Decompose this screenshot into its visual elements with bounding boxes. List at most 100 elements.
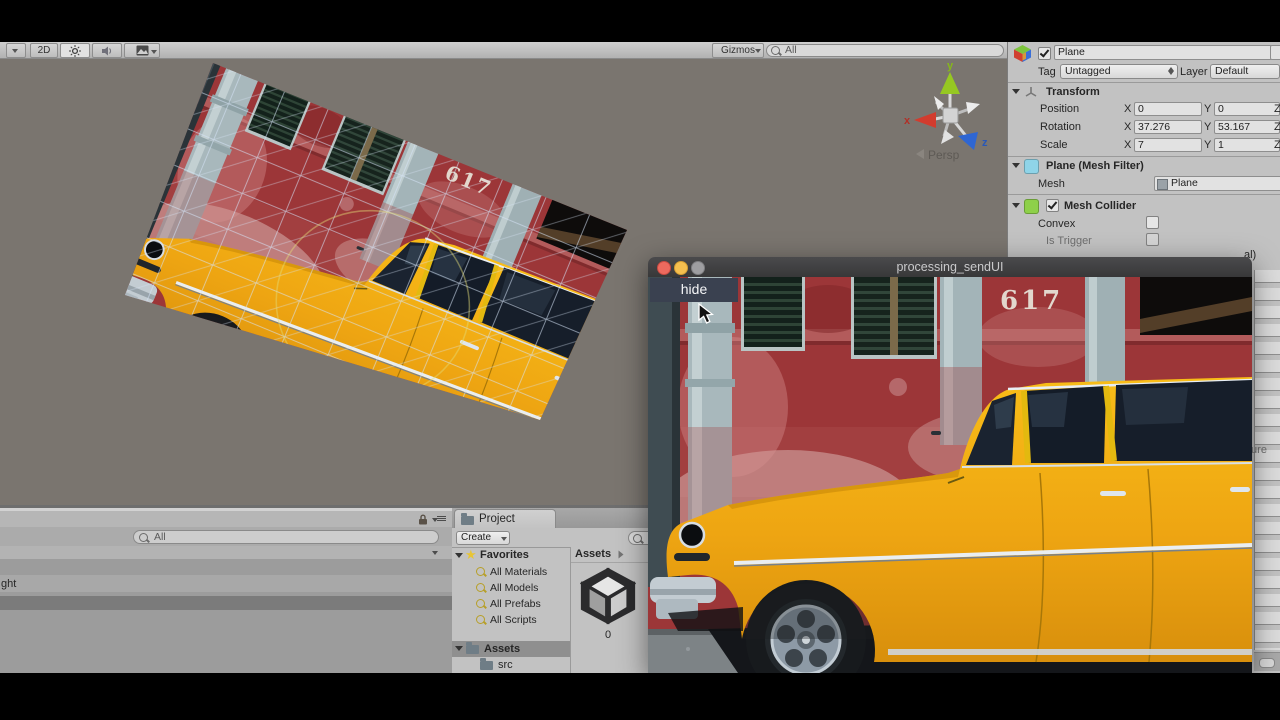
console-subheader: [0, 546, 452, 560]
hide-button[interactable]: hide: [650, 278, 738, 302]
inspector-scrollbar-track[interactable]: [1254, 652, 1280, 671]
perspective-toggle[interactable]: Persp: [916, 148, 986, 164]
project-panel: Project Create ★ Favorites All Materials: [452, 508, 660, 673]
audio-toggle-button[interactable]: [92, 43, 122, 58]
mesh-filter-icon: [1024, 159, 1039, 174]
transform-icon: [1025, 87, 1037, 97]
favorites-foldout[interactable]: [455, 553, 463, 558]
console-search-row: All: [0, 527, 452, 546]
position-y-field[interactable]: 0: [1214, 102, 1280, 116]
object-name-field[interactable]: Plane: [1054, 45, 1272, 60]
panel-menu-icon[interactable]: [432, 515, 446, 524]
convex-checkbox[interactable]: [1146, 216, 1159, 229]
console-row-light[interactable]: ght: [0, 575, 452, 592]
minimize-button[interactable]: [674, 261, 688, 275]
assets-label: Assets: [484, 643, 521, 655]
sketch-canvas[interactable]: [648, 277, 1252, 673]
scene-orientation-gizmo[interactable]: y x z: [898, 60, 1002, 152]
console-search-input[interactable]: All: [133, 530, 439, 544]
asset-item[interactable]: 0: [577, 565, 643, 665]
position-x-field[interactable]: 0: [1134, 102, 1202, 116]
panel-menu-icon[interactable]: [432, 548, 446, 557]
sun-icon: [69, 45, 81, 57]
lock-icon[interactable]: [418, 514, 428, 525]
tree-item-label: All Materials: [490, 566, 548, 578]
shaded-dropdown-partial[interactable]: [6, 43, 26, 58]
tree-item-all-models[interactable]: All Models: [452, 580, 570, 596]
x-axis-label: X: [1124, 103, 1132, 115]
tree-item-all-materials[interactable]: All Materials: [452, 564, 570, 580]
tab-project-label: Project: [479, 513, 515, 525]
is-trigger-checkbox[interactable]: [1146, 233, 1159, 246]
x-axis-label: X: [1124, 121, 1132, 133]
project-toolbar: Create: [452, 528, 660, 548]
effects-toggle-button[interactable]: [124, 43, 160, 58]
scale-y-field[interactable]: 1: [1214, 138, 1280, 152]
window-title: processing_sendUI: [896, 260, 1004, 274]
tab-project[interactable]: Project: [454, 509, 556, 529]
tree-item-label: All Scripts: [490, 614, 537, 626]
processing-window[interactable]: processing_sendUI hide: [648, 257, 1252, 673]
gizmos-label: Gizmos: [721, 45, 755, 56]
z-axis-label: Z: [1274, 121, 1280, 133]
gizmos-dropdown[interactable]: Gizmos: [712, 43, 764, 58]
assets-foldout[interactable]: [455, 646, 463, 651]
tree-item-all-prefabs[interactable]: All Prefabs: [452, 596, 570, 612]
breadcrumb[interactable]: Assets: [571, 547, 648, 563]
search-query-icon: [476, 615, 485, 624]
tag-dropdown[interactable]: Untagged: [1060, 64, 1178, 79]
scrollbar-thumb[interactable]: [1259, 658, 1275, 668]
gizmo-y-cone[interactable]: [940, 72, 960, 94]
unity-logo-icon: [579, 567, 637, 625]
layer-dropdown[interactable]: Default: [1210, 64, 1280, 79]
star-icon: ★: [465, 547, 477, 562]
inspector-fields-sliver: [1254, 270, 1280, 650]
layer-label: Layer: [1180, 66, 1208, 78]
letterbox-bottom: [0, 673, 1280, 720]
tree-item-assets[interactable]: Assets: [452, 641, 570, 657]
mesh-collider-enabled-checkbox[interactable]: [1046, 199, 1059, 212]
transform-foldout[interactable]: [1012, 89, 1020, 94]
is-trigger-label: Is Trigger: [1046, 235, 1092, 247]
window-titlebar[interactable]: processing_sendUI: [648, 257, 1252, 277]
project-tree: ★ Favorites All Materials All Models All…: [452, 547, 571, 673]
rotation-x-field[interactable]: 37.276: [1134, 120, 1202, 134]
console-row-selected[interactable]: [0, 596, 452, 610]
chevron-down-icon: [151, 50, 157, 54]
image-icon: [136, 45, 148, 56]
lighting-toggle-button[interactable]: [60, 43, 90, 58]
chevron-down-icon: [12, 49, 18, 53]
static-button-partial[interactable]: [1270, 45, 1280, 60]
scene-search-input[interactable]: All: [766, 44, 1004, 57]
scene-toolbar: 2D Gizmos All: [0, 42, 1007, 59]
tree-item-all-scripts[interactable]: All Scripts: [452, 612, 570, 628]
gizmo-x-cone[interactable]: [914, 112, 936, 128]
z-axis-label: Z: [1274, 103, 1280, 115]
create-button[interactable]: Create: [456, 531, 510, 545]
active-checkbox[interactable]: [1038, 47, 1051, 60]
tab-strip: Project: [452, 508, 648, 529]
gizmo-y-label: y: [947, 60, 954, 72]
rotation-y-field[interactable]: 53.167: [1214, 120, 1280, 134]
close-button[interactable]: [657, 261, 671, 275]
toggle-2d-button[interactable]: 2D: [30, 43, 58, 58]
y-axis-label: Y: [1204, 139, 1212, 151]
console-panel: All ght: [0, 508, 454, 673]
scale-x-field[interactable]: 7: [1134, 138, 1202, 152]
mesh-collider-foldout[interactable]: [1012, 203, 1020, 208]
mesh-filter-title: Plane (Mesh Filter): [1046, 160, 1144, 172]
search-icon: [633, 533, 642, 543]
create-label: Create: [461, 532, 492, 543]
mesh-filter-foldout[interactable]: [1012, 163, 1020, 168]
tree-item-label: All Prefabs: [490, 598, 541, 610]
folder-icon: [480, 658, 493, 670]
folder-icon: [461, 513, 474, 525]
chevron-down-icon: [755, 49, 761, 53]
mesh-value-field[interactable]: Plane: [1154, 176, 1280, 191]
zoom-button[interactable]: [691, 261, 705, 275]
scale-label: Scale: [1040, 139, 1068, 151]
tree-item-src[interactable]: src: [452, 657, 570, 673]
tree-item-label: All Models: [490, 582, 539, 594]
letterbox-top: [0, 0, 1280, 42]
breadcrumb-arrow-icon: [618, 550, 624, 559]
